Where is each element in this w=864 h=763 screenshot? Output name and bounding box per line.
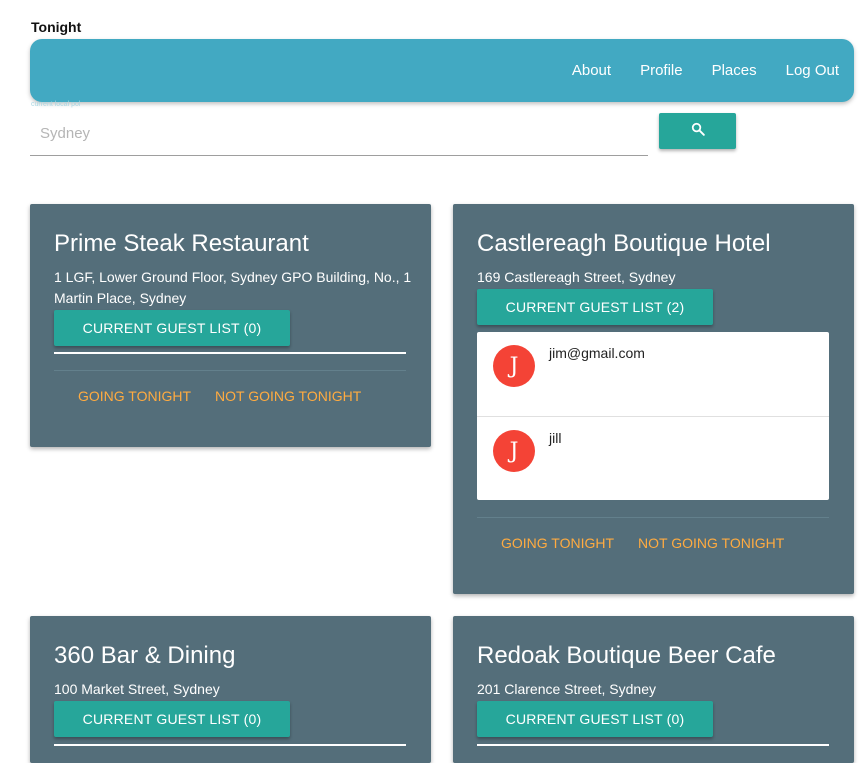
not-going-tonight-link[interactable]: NOT GOING TONIGHT bbox=[215, 388, 361, 404]
guest-item: J jim@gmail.com bbox=[477, 332, 829, 416]
guest-list-button[interactable]: CURRENT GUEST LIST (0) bbox=[54, 310, 290, 346]
guest-list-button[interactable]: CURRENT GUEST LIST (2) bbox=[477, 289, 713, 325]
brand-title: Tonight bbox=[31, 19, 82, 35]
card-actions: GOING TONIGHT NOT GOING TONIGHT bbox=[501, 535, 808, 551]
place-title: Castlereagh Boutique Hotel bbox=[477, 230, 771, 257]
not-going-tonight-link[interactable]: NOT GOING TONIGHT bbox=[638, 535, 784, 551]
guest-name: jim@gmail.com bbox=[549, 345, 645, 361]
search-label: current local pol bbox=[31, 101, 81, 108]
place-address: 201 Clarence Street, Sydney bbox=[477, 681, 656, 697]
place-card: Castlereagh Boutique Hotel 169 Castlerea… bbox=[453, 204, 854, 594]
place-address: 100 Market Street, Sydney bbox=[54, 681, 220, 697]
guest-list: J jim@gmail.com J jill bbox=[477, 332, 829, 500]
nav-places[interactable]: Places bbox=[712, 62, 757, 79]
nav-about[interactable]: About bbox=[572, 62, 611, 79]
page: Tonight About Profile Places Log Out cur… bbox=[0, 0, 864, 763]
place-card: 360 Bar & Dining 100 Market Street, Sydn… bbox=[30, 616, 431, 763]
going-tonight-link[interactable]: GOING TONIGHT bbox=[78, 388, 191, 404]
guest-list-button[interactable]: CURRENT GUEST LIST (0) bbox=[477, 701, 713, 737]
guest-list-underline bbox=[477, 744, 829, 746]
guest-list-button[interactable]: CURRENT GUEST LIST (0) bbox=[54, 701, 290, 737]
guest-list-underline bbox=[54, 352, 406, 354]
avatar: J bbox=[493, 345, 535, 387]
guest-item: J jill bbox=[477, 416, 829, 500]
search-button[interactable] bbox=[659, 113, 736, 149]
nav-logout[interactable]: Log Out bbox=[786, 62, 839, 79]
divider bbox=[54, 370, 406, 371]
guest-list-underline bbox=[54, 744, 406, 746]
search-icon bbox=[691, 122, 705, 141]
going-tonight-link[interactable]: GOING TONIGHT bbox=[501, 535, 614, 551]
avatar: J bbox=[493, 430, 535, 472]
place-card: Prime Steak Restaurant 1 LGF, Lower Grou… bbox=[30, 204, 431, 447]
place-address: 169 Castlereagh Street, Sydney bbox=[477, 269, 676, 285]
divider bbox=[477, 517, 829, 518]
place-title: Prime Steak Restaurant bbox=[54, 230, 309, 257]
place-card: Redoak Boutique Beer Cafe 201 Clarence S… bbox=[453, 616, 854, 763]
guest-name: jill bbox=[549, 430, 562, 446]
place-title: 360 Bar & Dining bbox=[54, 642, 236, 669]
place-address: 1 LGF, Lower Ground Floor, Sydney GPO Bu… bbox=[54, 269, 412, 306]
search-input[interactable] bbox=[30, 112, 648, 156]
navbar: About Profile Places Log Out bbox=[30, 39, 854, 102]
place-title: Redoak Boutique Beer Cafe bbox=[477, 642, 776, 669]
card-actions: GOING TONIGHT NOT GOING TONIGHT bbox=[78, 388, 385, 404]
nav-links: About Profile Places Log Out bbox=[543, 62, 839, 79]
nav-profile[interactable]: Profile bbox=[640, 62, 683, 79]
